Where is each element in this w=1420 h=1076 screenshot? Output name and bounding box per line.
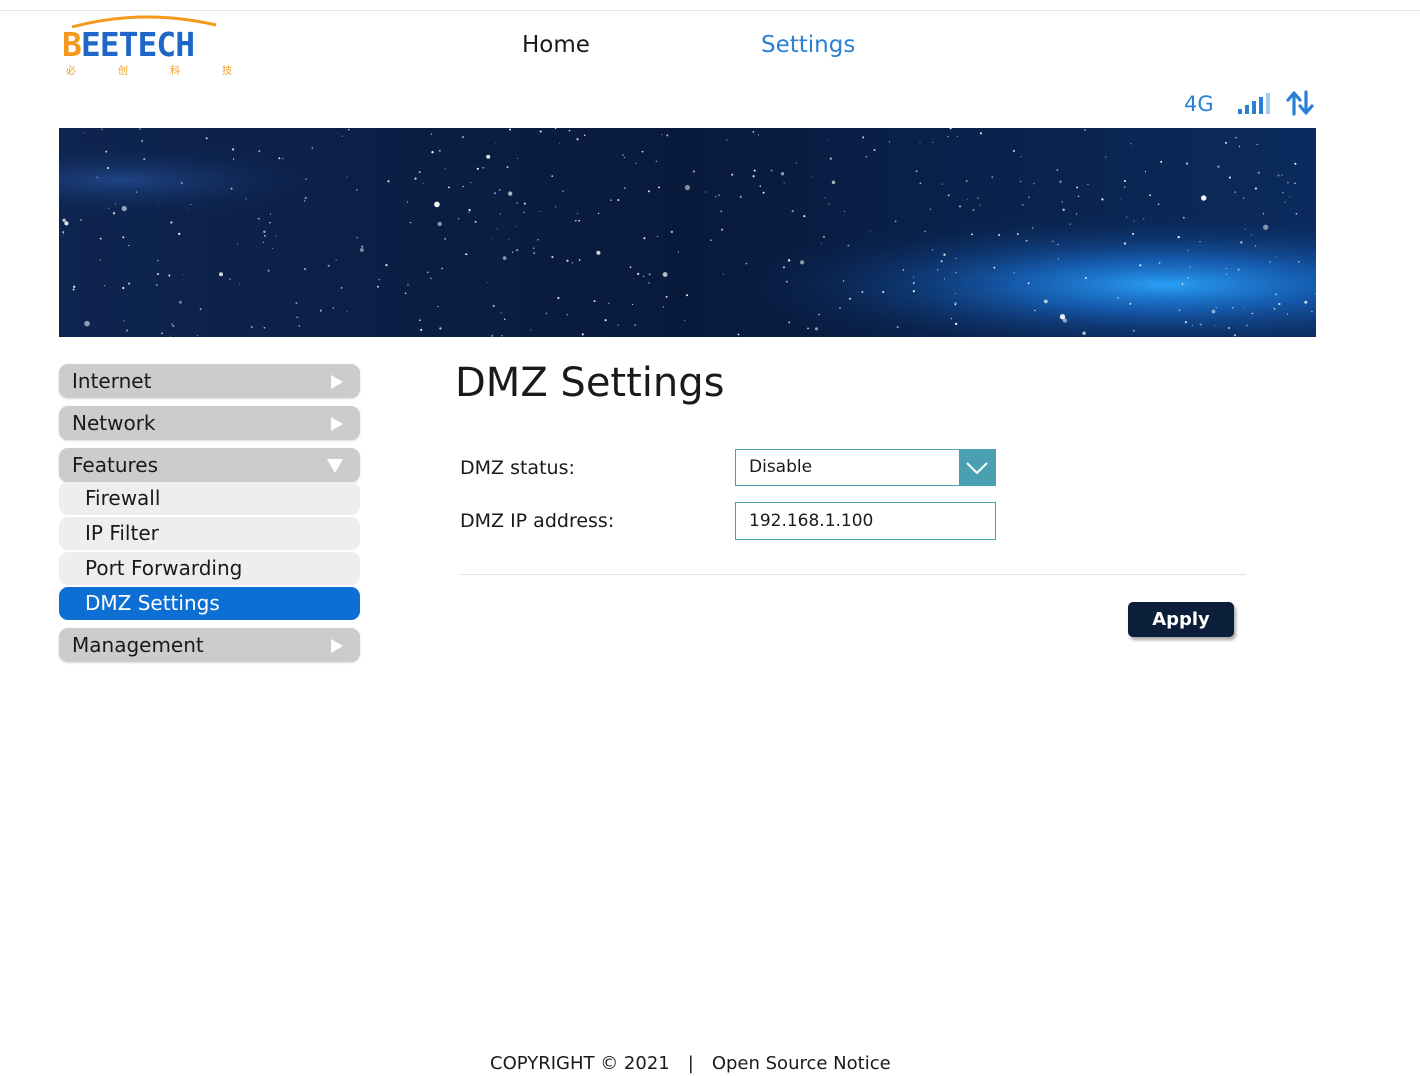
logo-wordmark: BEETECH	[62, 25, 195, 64]
signal-bar	[1266, 93, 1270, 114]
signal-bar	[1259, 97, 1263, 114]
dmz-ip-input[interactable]	[735, 502, 996, 540]
footer: COPYRIGHT © 2021 | Open Source Notice	[490, 1052, 891, 1076]
up-down-arrows-icon	[1286, 90, 1314, 116]
triangle-right-icon	[331, 639, 343, 653]
starfield-banner	[59, 128, 1316, 337]
form-divider	[459, 574, 1246, 575]
sidebar-item-label: Internet	[72, 369, 152, 393]
top-divider	[0, 10, 1420, 11]
sidebar-subitem-label: Port Forwarding	[85, 556, 243, 580]
banner-image	[59, 128, 1316, 337]
dmz-status-value: Disable	[749, 457, 813, 477]
dmz-status-label: DMZ status:	[460, 457, 575, 479]
sidebar-subitem-firewall[interactable]: Firewall	[59, 482, 360, 515]
sidebar-subitem-port-forwarding[interactable]: Port Forwarding	[59, 552, 360, 585]
triangle-right-icon	[331, 375, 343, 389]
sidebar-item-management[interactable]: Management	[59, 628, 360, 662]
page-title: DMZ Settings	[455, 360, 725, 406]
sidebar-subitem-label: IP Filter	[85, 521, 159, 545]
sidebar-item-label: Management	[72, 633, 204, 657]
open-source-notice-link[interactable]: Open Source Notice	[712, 1053, 891, 1074]
status-indicators: 4G	[1184, 90, 1324, 120]
logo-subtitle: 必 创 科 技	[66, 66, 232, 77]
brand-logo: BEETECH 必 创 科 技	[62, 14, 232, 78]
dmz-status-select[interactable]: Disable	[735, 449, 996, 486]
dropdown-button[interactable]	[959, 450, 995, 485]
nav-settings-link[interactable]: Settings	[761, 30, 855, 60]
sidebar-item-network[interactable]: Network	[59, 406, 360, 440]
signal-bar	[1252, 101, 1256, 114]
sidebar-menu: Internet Network Features Firewall IP Fi…	[59, 364, 360, 670]
sidebar-item-label: Features	[72, 453, 158, 477]
signal-bar	[1245, 105, 1249, 114]
signal-bars-icon	[1238, 93, 1270, 114]
triangle-down-icon	[327, 459, 343, 473]
nav-home-link[interactable]: Home	[522, 30, 590, 60]
dmz-ip-label: DMZ IP address:	[460, 510, 615, 532]
sidebar-subitem-label: Firewall	[85, 486, 161, 510]
features-submenu: Firewall IP Filter Port Forwarding DMZ S…	[59, 482, 360, 620]
network-type-label: 4G	[1184, 92, 1214, 116]
sidebar-subitem-label: DMZ Settings	[85, 591, 220, 615]
sidebar-item-label: Network	[72, 411, 156, 435]
sidebar-subitem-ip-filter[interactable]: IP Filter	[59, 517, 360, 550]
sidebar-subitem-dmz-settings[interactable]: DMZ Settings	[59, 587, 360, 620]
signal-bar	[1238, 109, 1242, 114]
sidebar-item-features[interactable]: Features	[59, 448, 360, 482]
chevron-down-icon	[966, 462, 988, 475]
apply-button[interactable]: Apply	[1128, 602, 1234, 637]
sidebar-item-internet[interactable]: Internet	[59, 364, 360, 398]
copyright-text: COPYRIGHT © 2021	[490, 1053, 670, 1074]
footer-separator: |	[687, 1053, 694, 1074]
triangle-right-icon	[331, 417, 343, 431]
